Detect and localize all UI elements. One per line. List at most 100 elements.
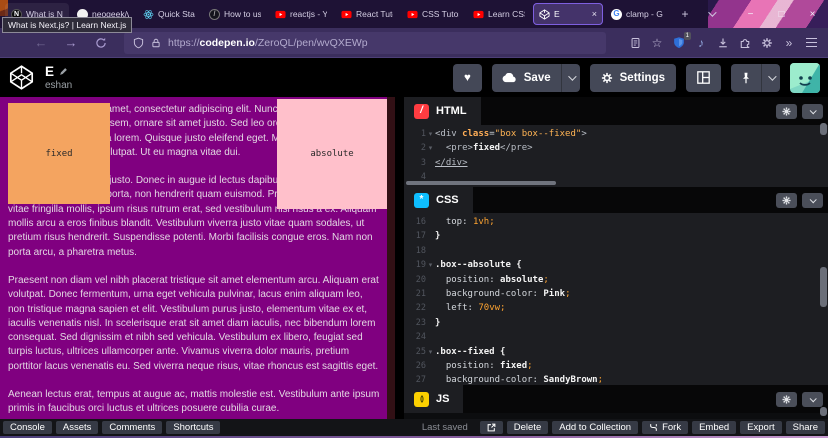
chevron-down-icon	[568, 72, 576, 80]
panel-resize-gutter[interactable]	[395, 97, 404, 419]
footer-console-button[interactable]: Console	[3, 421, 52, 434]
line-number: 21	[404, 287, 426, 301]
code-line[interactable]: 2▾ <pre>fixed</pre>	[404, 141, 824, 155]
browser-tab-e[interactable]: E×	[533, 3, 603, 25]
extension-music-icon[interactable]: ♪	[690, 32, 712, 54]
js-vertical-scrollbar[interactable]	[820, 407, 827, 416]
lock-icon[interactable]	[151, 37, 161, 49]
fold-caret-icon[interactable]: ▾	[426, 127, 435, 141]
html-horizontal-scrollbar[interactable]	[406, 181, 556, 185]
js-settings-gear-button[interactable]	[776, 392, 797, 407]
css-settings-gear-button[interactable]	[776, 193, 797, 208]
browser-tab-react-tuto[interactable]: React Tuto	[335, 3, 399, 25]
delete-button[interactable]: Delete	[507, 421, 548, 434]
bookmark-star-icon[interactable]: ☆	[646, 32, 668, 54]
tab-close-icon[interactable]: ×	[592, 9, 597, 19]
js-collapse-button[interactable]	[802, 392, 823, 407]
back-button[interactable]: ←	[26, 32, 56, 54]
gear-icon[interactable]	[756, 32, 778, 54]
code-line[interactable]: 16 top: 1vh;	[404, 215, 824, 229]
css-vertical-scrollbar[interactable]	[820, 267, 827, 307]
hamburger-menu-icon[interactable]	[800, 32, 822, 54]
settings-button[interactable]: Settings	[590, 64, 676, 92]
new-tab-button[interactable]: +	[674, 3, 696, 25]
open-in-new-window-button[interactable]	[480, 421, 503, 434]
pin-button[interactable]	[731, 64, 761, 92]
extension-shield-icon[interactable]: 1	[668, 32, 690, 54]
edit-pencil-icon[interactable]	[59, 67, 68, 76]
preview-paragraph: Aenean lectus erat, tempus at augue ac, …	[8, 388, 380, 417]
code-line[interactable]: 1▾<div class="box box--fixed">	[404, 127, 824, 141]
codepen-logo-icon[interactable]	[8, 64, 35, 91]
save-dropdown-button[interactable]	[561, 64, 580, 92]
code-line[interactable]: 27 background-color: SandyBrown;	[404, 373, 824, 385]
tab-title: Quick Star	[158, 9, 195, 19]
css-collapse-button[interactable]	[802, 193, 823, 208]
code-line[interactable]: 23 }	[404, 316, 824, 330]
code-line[interactable]: 21 background-color: Pink;	[404, 287, 824, 301]
preview-scrollbar[interactable]	[387, 97, 395, 419]
footer-shortcuts-button[interactable]: Shortcuts	[166, 421, 220, 434]
last-saved-status: Last saved	[422, 422, 468, 433]
fold-caret-icon[interactable]: ▾	[426, 141, 435, 155]
user-avatar[interactable]	[790, 63, 820, 93]
maximize-button[interactable]: □	[766, 0, 797, 28]
add-to-collection-button[interactable]: Add to Collection	[552, 421, 638, 434]
layout-grid-icon	[697, 71, 710, 84]
url-bar[interactable]: https://codepen.io/ZeroQL/pen/wvQXEWp	[124, 32, 606, 54]
code-line[interactable]: 24	[404, 330, 824, 344]
html-icon: /	[414, 104, 429, 119]
reader-view-icon[interactable]	[624, 32, 646, 54]
save-button[interactable]: Save	[492, 64, 561, 92]
html-vertical-scrollbar[interactable]	[820, 123, 827, 135]
css-panel-tab[interactable]: * CSS	[404, 187, 473, 213]
html-editor[interactable]: 1▾<div class="box box--fixed">2▾ <pre>fi…	[404, 125, 824, 187]
close-window-button[interactable]: ×	[797, 0, 828, 28]
fork-button[interactable]: Fork	[642, 421, 688, 434]
browser-tab-how-to-us[interactable]: /How to us	[203, 3, 267, 25]
code-line[interactable]: 18	[404, 244, 824, 258]
footer-comments-button[interactable]: Comments	[102, 421, 162, 434]
browser-tab-css-tutori[interactable]: CSS Tutori	[401, 3, 465, 25]
cloud-icon	[502, 73, 517, 83]
url-text: https://codepen.io/ZeroQL/pen/wvQXEWp	[168, 37, 368, 49]
forward-button[interactable]: →	[56, 32, 86, 54]
download-icon[interactable]	[712, 32, 734, 54]
code-line[interactable]: 3 </div>	[404, 156, 824, 170]
shield-icon[interactable]	[133, 37, 144, 49]
browser-tab-clamp-g[interactable]: Gclamp - G	[605, 3, 669, 25]
extensions-puzzle-icon[interactable]	[734, 32, 756, 54]
fold-caret-spacer	[426, 330, 435, 344]
browser-tab-learn-css[interactable]: Learn CSS	[467, 3, 531, 25]
code-line[interactable]: 17 }	[404, 229, 824, 243]
reload-button[interactable]	[86, 32, 116, 54]
browser-tab-quick-star[interactable]: Quick Star	[137, 3, 201, 25]
fold-caret-spacer	[426, 229, 435, 243]
pin-dropdown-button[interactable]	[761, 64, 780, 92]
html-settings-gear-button[interactable]	[776, 104, 797, 119]
export-button[interactable]: Export	[740, 421, 781, 434]
js-panel-tab[interactable]: () JS	[404, 385, 463, 413]
code-line[interactable]: 26 position: fixed;	[404, 359, 824, 373]
html-panel-tab[interactable]: / HTML	[404, 97, 481, 125]
overflow-menu-icon[interactable]: »	[778, 32, 800, 54]
share-button[interactable]: Share	[786, 421, 825, 434]
code-line[interactable]: 20 position: absolute;	[404, 273, 824, 287]
fold-caret-spacer	[426, 316, 435, 330]
html-collapse-button[interactable]	[802, 104, 823, 119]
css-editor[interactable]: 16 top: 1vh;17 }18 19▾.box--absolute {20…	[404, 213, 824, 385]
fold-caret-icon[interactable]: ▾	[426, 258, 435, 272]
footer-assets-button[interactable]: Assets	[56, 421, 99, 434]
save-label: Save	[524, 72, 551, 84]
change-view-button[interactable]	[686, 64, 721, 92]
code-line[interactable]: 25▾.box--fixed {	[404, 345, 824, 359]
minimize-button[interactable]: −	[735, 0, 766, 28]
fold-caret-icon[interactable]: ▾	[426, 345, 435, 359]
like-button[interactable]: ♥	[453, 64, 482, 92]
code-line[interactable]: 19▾.box--absolute {	[404, 258, 824, 272]
browser-tab-reactjs-y[interactable]: reactjs - Y	[269, 3, 333, 25]
react-favicon	[143, 9, 154, 20]
list-all-tabs-button[interactable]	[700, 3, 722, 25]
embed-button[interactable]: Embed	[692, 421, 736, 434]
code-line[interactable]: 22 left: 70vw;	[404, 301, 824, 315]
